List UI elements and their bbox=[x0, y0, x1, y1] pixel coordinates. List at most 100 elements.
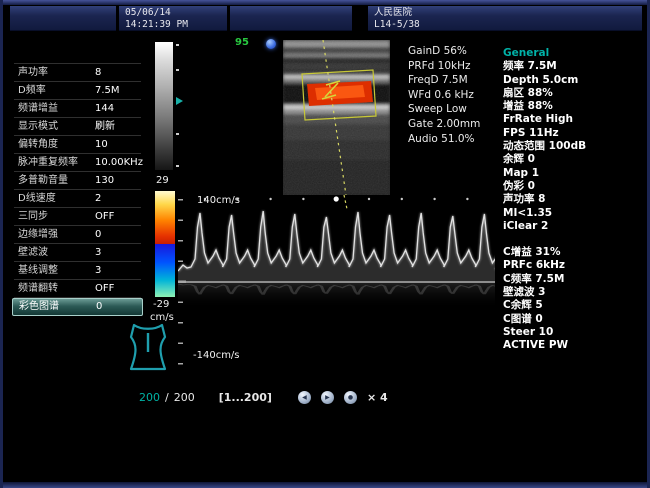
status-line: 增益 88% bbox=[503, 100, 648, 113]
param-value: 130 bbox=[95, 172, 114, 189]
focus-marker-icon bbox=[176, 97, 183, 105]
param-label: 脉冲重复频率 bbox=[18, 154, 78, 171]
cine-current-frame: 200 bbox=[139, 391, 160, 404]
graybar-tick bbox=[176, 69, 179, 71]
pw-overlay-line: FreqD 7.5M bbox=[408, 73, 480, 88]
velocity-min-label: -140cm/s bbox=[193, 350, 240, 361]
status-line: 伪彩 0 bbox=[503, 180, 648, 193]
status-line: Steer 10 bbox=[503, 326, 648, 339]
param-label: 显示模式 bbox=[18, 118, 58, 135]
param-value: 2 bbox=[95, 190, 101, 207]
right-status-panel: General 频率 7.5MDepth 5.0cm扇区 88%增益 88%Fr… bbox=[503, 47, 648, 353]
param-row-3[interactable]: 显示模式刷新 bbox=[14, 118, 141, 136]
cine-playback-bar: 200 / 200 [1...200] ◀▶● × 4 bbox=[139, 389, 388, 405]
param-label: D线速度 bbox=[18, 190, 56, 207]
pw-overlay-line: Sweep Low bbox=[408, 102, 480, 117]
param-value: 144 bbox=[95, 100, 114, 117]
pw-cursor-extension bbox=[344, 195, 347, 209]
param-label: 频谱翻转 bbox=[18, 280, 58, 297]
param-label: 声功率 bbox=[18, 64, 48, 81]
param-value: OFF bbox=[95, 280, 114, 297]
status-line: FPS 11Hz bbox=[503, 127, 648, 140]
pw-overlay-line: GainD 56% bbox=[408, 44, 480, 59]
pw-parameter-overlay: GainD 56%PRFd 10kHzFreqD 7.5MWFd 0.6 kHz… bbox=[408, 44, 480, 146]
color-scale-max: 29 bbox=[156, 175, 169, 186]
status-line: Map 1 bbox=[503, 167, 648, 180]
param-value: 3 bbox=[95, 262, 101, 279]
param-row-11[interactable]: 基线调整 3 bbox=[14, 262, 141, 280]
ultrasound-screen: 05/06/14 14:21:39 PM 人民医院 L14-5/38 声功率8D… bbox=[0, 0, 650, 488]
param-value: 10.00KHz bbox=[95, 154, 143, 171]
pw-overlay-line: PRFd 10kHz bbox=[408, 59, 480, 74]
cine-buttons: ◀ ▶ ● bbox=[298, 391, 357, 404]
param-label: 频谱增益 bbox=[18, 100, 58, 117]
status-line: 壁滤波 3 bbox=[503, 286, 648, 299]
param-label: D频率 bbox=[18, 82, 46, 99]
param-label: 三同步 bbox=[18, 208, 48, 225]
status-line: Depth 5.0cm bbox=[503, 74, 648, 87]
param-value: 0 bbox=[95, 226, 101, 243]
stop-button[interactable]: ● bbox=[344, 391, 357, 404]
status-line: C图谱 0 bbox=[503, 313, 648, 326]
graybar-tick bbox=[176, 165, 179, 167]
param-label: 彩色图谱 bbox=[19, 299, 59, 315]
cine-speed: × 4 bbox=[367, 391, 388, 404]
cine-total-frames: 200 bbox=[174, 391, 195, 404]
param-row-4[interactable]: 偏转角度10 bbox=[14, 136, 141, 154]
param-row-7[interactable]: D线速度 2 bbox=[14, 190, 141, 208]
pw-overlay-line: Audio 51.0% bbox=[408, 132, 480, 147]
grayscale-bar bbox=[155, 42, 173, 170]
status-line: FrRate High bbox=[503, 113, 648, 126]
graybar-tick bbox=[176, 133, 179, 135]
pw-overlay-line: WFd 0.6 kHz bbox=[408, 88, 480, 103]
param-label: 基线调整 bbox=[18, 262, 58, 279]
header-hospital-box: 人民医院 L14-5/38 bbox=[368, 6, 642, 31]
param-row-8[interactable]: 三同步 OFF bbox=[14, 208, 141, 226]
param-row-5[interactable]: 脉冲重复频率 10.00KHz bbox=[14, 154, 141, 172]
status-line: C频率 7.5M bbox=[503, 273, 648, 286]
screen-border-bottom bbox=[0, 482, 650, 488]
graybar-tick bbox=[176, 44, 179, 46]
param-value: 8 bbox=[95, 64, 101, 81]
header-datetime-box: 05/06/14 14:21:39 PM bbox=[119, 6, 227, 31]
param-row-12[interactable]: 频谱翻转 OFF bbox=[14, 280, 141, 298]
param-row-2[interactable]: 频谱增益 144 bbox=[14, 100, 141, 118]
color-pw-status-lines: C增益 31%PRFc 6kHzC频率 7.5M壁滤波 3C余辉 5C图谱 0S… bbox=[503, 246, 648, 352]
param-value: 10 bbox=[95, 136, 108, 153]
probe-model: L14-5/38 bbox=[368, 19, 642, 31]
preset-title: General bbox=[503, 47, 648, 60]
param-row-10[interactable]: 壁滤波3 bbox=[14, 244, 141, 262]
left-parameter-panel: 声功率 8 D频率 7.5M 频谱增益 144显示模式刷新偏转角度10脉冲重复频率 10.0… bbox=[14, 63, 141, 316]
param-value: 7.5M bbox=[95, 82, 120, 99]
body-marker-icon bbox=[127, 321, 169, 373]
color-scale-min: -29 bbox=[153, 299, 169, 310]
header-logo-box bbox=[10, 6, 116, 31]
time-scale-dots bbox=[204, 196, 469, 201]
probe-orientation-dot bbox=[266, 39, 276, 49]
param-row-1[interactable]: D频率 7.5M bbox=[14, 82, 141, 100]
param-row-9[interactable]: 边缘增强 0 bbox=[14, 226, 141, 244]
screen-border-left bbox=[0, 0, 3, 488]
spectral-doppler-trace bbox=[178, 193, 495, 370]
cine-range: [1...200] bbox=[219, 391, 272, 404]
status-line: MI<1.35 bbox=[503, 207, 648, 220]
status-line: C余辉 5 bbox=[503, 299, 648, 312]
param-value: 3 bbox=[95, 244, 101, 261]
pw-overlay-line: Gate 2.00mm bbox=[408, 117, 480, 132]
param-row-0[interactable]: 声功率 8 bbox=[14, 64, 141, 82]
screen-border-top bbox=[0, 0, 650, 5]
header-patient-box bbox=[230, 6, 352, 31]
param-value: 0 bbox=[96, 299, 102, 315]
b-mode-image[interactable] bbox=[283, 40, 390, 195]
status-line: 动态范围 100dB bbox=[503, 140, 648, 153]
header-date: 05/06/14 bbox=[119, 6, 227, 19]
param-row-6[interactable]: 多普勒音量130 bbox=[14, 172, 141, 190]
status-line: 声功率 8 bbox=[503, 193, 648, 206]
play-button[interactable]: ▶ bbox=[321, 391, 334, 404]
step-back-button[interactable]: ◀ bbox=[298, 391, 311, 404]
param-row-13[interactable]: 彩色图谱 0 bbox=[12, 298, 143, 316]
param-label: 边缘增强 bbox=[18, 226, 58, 243]
velocity-max-label: 140cm/s bbox=[197, 195, 240, 206]
param-value: OFF bbox=[95, 208, 114, 225]
b-mode-status-lines: 频率 7.5MDepth 5.0cm扇区 88%增益 88%FrRate Hig… bbox=[503, 60, 648, 233]
